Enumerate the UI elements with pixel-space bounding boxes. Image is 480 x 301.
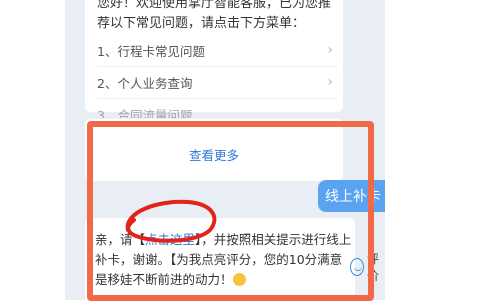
more-link[interactable]: 查看更多 xyxy=(85,145,343,164)
user-message: 线上补卡 xyxy=(318,180,385,212)
click-here-link[interactable]: 点击这里 xyxy=(145,232,195,247)
chat-screen: 您好！欢迎使用掌厅智能客服，已为您推荐以下常见问题，请点击下方菜单： 1、行程卡… xyxy=(65,0,385,300)
menu-item-1[interactable]: 1、行程卡常见问题 › xyxy=(97,34,337,67)
menu-item-2[interactable]: 2、个人业务查询 › xyxy=(97,66,337,99)
bot-message-reply: 亲，请【点击这里】，并按照相关提示进行线上补卡，谢谢。【为我点亮评分，您的10分… xyxy=(85,218,355,300)
rate-button[interactable]: 评价 xyxy=(350,250,385,284)
bot-message-menu: 您好！欢迎使用掌厅智能客服，已为您推荐以下常见问题，请点击下方菜单： 1、行程卡… xyxy=(85,0,343,123)
smile-icon xyxy=(350,258,364,276)
chevron-right-icon: › xyxy=(327,42,333,58)
bot-message-more: 查看更多 xyxy=(85,118,343,181)
greeting-text: 您好！欢迎使用掌厅智能客服，已为您推荐以下常见问题，请点击下方菜单： xyxy=(97,0,332,31)
emoji-icon xyxy=(232,273,246,286)
chevron-right-icon: › xyxy=(327,74,333,90)
reply-text: 亲，请【点击这里】，并按照相关提示进行线上补卡，谢谢。【为我点亮评分，您的10分… xyxy=(95,232,352,287)
